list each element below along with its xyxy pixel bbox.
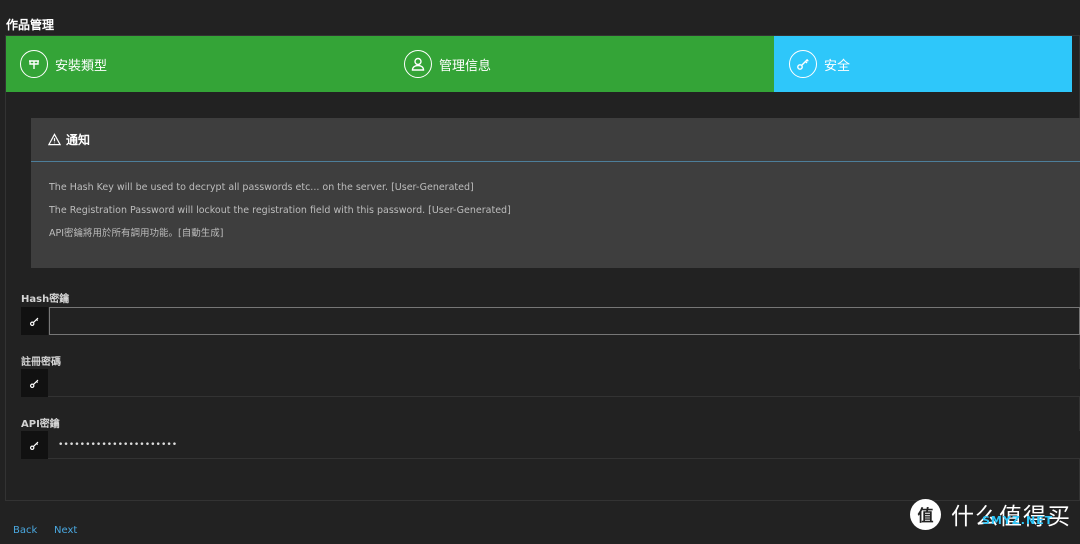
step-label: 安全 — [824, 58, 851, 74]
notice-line: The Hash Key will be used to decrypt all… — [49, 182, 474, 193]
notice-header: 通知 — [31, 118, 1080, 162]
api-key-label: API密鑰 — [21, 419, 60, 430]
notice-line: API密鑰將用於所有調用功能。[自動生成] — [49, 228, 224, 239]
registration-password-row — [21, 369, 1080, 397]
notice-panel: 通知 The Hash Key will be used to decrypt … — [31, 118, 1080, 268]
wizard-steps: 安裝類型 管理信息 安全 — [6, 36, 1072, 92]
warning-icon — [48, 133, 61, 146]
watermark: 值 什么值得买 SMYZ.NET — [910, 497, 1071, 531]
notice-line: The Registration Password will lockout t… — [49, 205, 511, 216]
step-label: 管理信息 — [439, 58, 492, 74]
key-icon — [789, 50, 817, 78]
hash-key-row — [21, 307, 1080, 335]
step-install-type[interactable]: 安裝類型 — [6, 36, 390, 92]
key-icon — [21, 369, 48, 397]
hash-key-label: Hash密鑰 — [21, 294, 70, 305]
api-key-input[interactable]: •••••••••••••••••••••• — [48, 431, 1080, 459]
registration-password-label: 註冊密碼 — [21, 357, 61, 368]
key-icon — [21, 307, 48, 335]
step-label: 安裝類型 — [55, 58, 108, 74]
user-icon — [404, 50, 432, 78]
step-admin-info[interactable]: 管理信息 — [390, 36, 774, 92]
hash-key-input[interactable] — [49, 307, 1080, 335]
watermark-logo-icon: 值 — [910, 498, 941, 530]
page-title: 作品管理 — [6, 18, 55, 32]
steering-icon — [20, 50, 48, 78]
back-link[interactable]: Back — [13, 525, 37, 536]
watermark-url: SMYZ.NET — [982, 514, 1054, 527]
api-key-row: •••••••••••••••••••••• — [21, 431, 1080, 459]
notice-title: 通知 — [66, 133, 91, 147]
next-link[interactable]: Next — [54, 525, 77, 536]
notice-body: The Hash Key will be used to decrypt all… — [31, 162, 1080, 245]
step-security[interactable]: 安全 — [774, 36, 1072, 92]
registration-password-input[interactable] — [48, 369, 1080, 397]
key-icon — [21, 431, 48, 459]
